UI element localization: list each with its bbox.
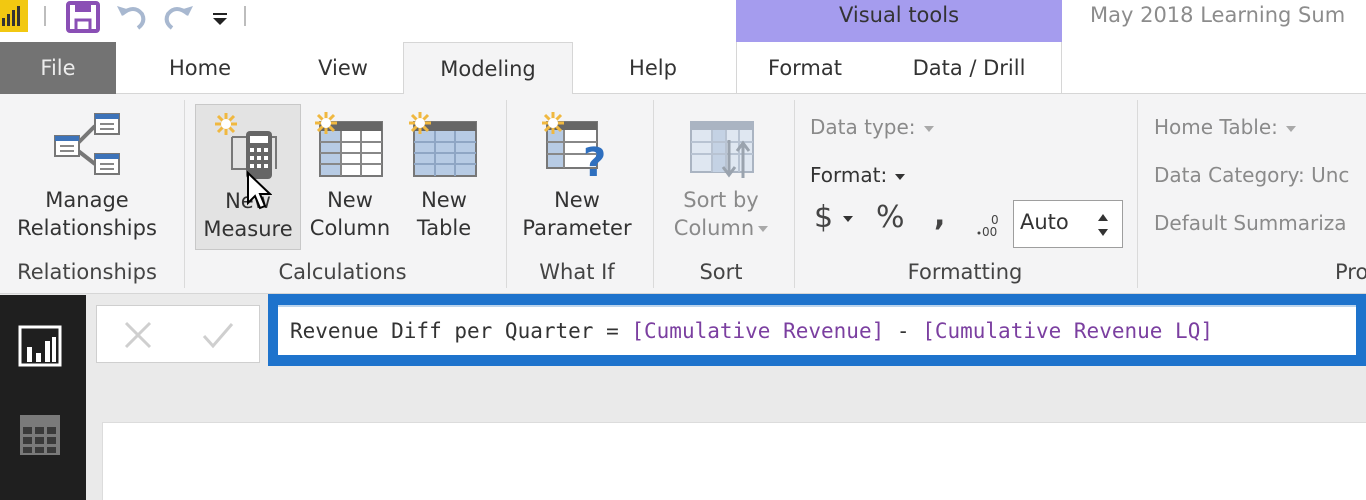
new-measure-label-2: Measure [203,217,293,241]
measure-name: Revenue Diff per Quarter [290,319,594,343]
powerbi-logo-icon [0,0,28,32]
sort-by-column-label-2: Column [673,216,755,240]
comma-icon: , [934,198,946,233]
manage-relationships-label-2: Relationships [17,216,157,240]
tab-modeling[interactable]: Modeling [403,42,573,95]
measure-reference: [Cumulative Revenue] [631,319,885,343]
home-table-label: Home Table: [1154,115,1278,139]
group-separator [1137,100,1138,288]
format-dropdown[interactable]: Format: [810,163,906,187]
new-table-button[interactable]: New Table [400,104,488,250]
cancel-formula-icon[interactable] [121,320,155,350]
new-table-label-1: New [421,188,467,212]
stepper-up-icon[interactable] [1096,209,1110,223]
manage-relationships-button[interactable]: Manage Relationships [4,104,170,250]
new-parameter-icon: ? [541,110,613,186]
percent-icon: % [876,200,905,235]
tab-format[interactable]: Format [752,42,858,94]
group-label-relationships: Relationships [17,260,157,284]
manage-relationships-icon [51,110,123,184]
new-column-label-2: Column [309,216,391,240]
chevron-down-icon [843,215,854,222]
new-table-label-2: Table [416,216,472,240]
decimal-places-icon[interactable]: 00 0 [976,208,1006,242]
visual-tools-context-label: Visual tools [736,0,1062,42]
chevron-down-icon [923,125,934,132]
sort-by-column-label-1: Sort by [683,188,759,212]
default-summarization-label: Default Summariza [1154,211,1347,235]
currency-format-button[interactable]: $ [814,200,854,235]
new-measure-button[interactable]: New Measure [195,104,301,250]
chevron-down-icon [1285,125,1296,132]
chevron-down-icon [758,226,769,232]
ribbon-tabs: File Home View Modeling Help Format Data… [0,42,1366,95]
data-view-icon[interactable] [18,413,62,457]
sort-by-column-button[interactable]: Sort by Column [662,104,780,250]
commit-formula-icon[interactable] [201,320,235,350]
default-summarization-dropdown[interactable]: Default Summariza [1154,211,1347,235]
measure-reference: [Cumulative Revenue LQ] [922,319,1213,343]
percent-format-button[interactable]: % [876,200,905,235]
formula-commit-buttons [96,305,260,363]
stepper-down-icon[interactable] [1096,225,1110,239]
formula-bar-highlight: Revenue Diff per Quarter = [Cumulative R… [268,294,1366,366]
decimal-places-value: Auto [1020,210,1069,234]
group-separator [184,100,185,288]
qa-separator [44,6,46,26]
manage-relationships-label-1: Manage [45,188,129,212]
minus-operator: - [884,319,923,343]
report-view-icon[interactable] [18,325,62,367]
customize-quick-access-icon[interactable] [210,10,230,30]
new-column-label-1: New [327,188,373,212]
group-label-sort: Sort [699,260,743,284]
data-category-dropdown[interactable]: Data Category: Unc [1154,163,1349,187]
new-column-button[interactable]: New Column [305,104,395,250]
group-label-what-if: What If [539,260,615,284]
qa-separator [244,6,246,26]
tab-data-drill[interactable]: Data / Drill [890,42,1048,94]
group-label-properties: Pro [1335,260,1366,284]
decimal-places-stepper[interactable]: Auto [1013,200,1123,248]
view-switcher-rail [0,295,86,500]
data-category-label: Data Category: Unc [1154,163,1350,187]
comma-style-button[interactable]: , [934,198,945,233]
chevron-down-icon [895,173,906,180]
save-icon[interactable] [66,1,100,33]
tab-file[interactable]: File [0,42,116,94]
data-type-dropdown[interactable]: Data type: [810,115,934,139]
group-label-calculations: Calculations [278,260,407,284]
svg-text:0: 0 [991,213,999,227]
tab-view[interactable]: View [298,42,388,94]
report-canvas[interactable] [102,422,1366,500]
data-type-label: Data type: [810,115,916,139]
currency-icon: $ [814,200,834,235]
new-parameter-label-2: Parameter [522,216,632,240]
new-parameter-button[interactable]: ? New Parameter [514,104,640,250]
svg-text:?: ? [583,140,606,182]
new-parameter-label-1: New [554,188,600,212]
tab-home[interactable]: Home [150,42,250,94]
formula-input[interactable]: Revenue Diff per Quarter = [Cumulative R… [278,305,1356,355]
group-separator [794,100,795,288]
undo-icon[interactable] [114,2,148,32]
new-table-icon [408,110,480,186]
tab-help[interactable]: Help [608,42,698,94]
mouse-cursor-icon [246,170,273,215]
ribbon-panel: Manage Relationships Relationships Measu… [0,94,1366,294]
document-title: May 2018 Learning Sum [1090,3,1346,27]
group-separator [653,100,654,288]
group-label-formatting: Formatting [907,260,1023,284]
format-label: Format: [810,163,888,187]
new-column-icon [314,110,386,186]
redo-icon[interactable] [162,2,196,32]
title-bar: Visual tools May 2018 Learning Sum [0,0,1366,42]
equals-operator: = [593,319,632,343]
home-table-dropdown[interactable]: Home Table: [1154,115,1296,139]
group-separator [506,100,507,288]
sort-by-column-icon [685,110,757,186]
